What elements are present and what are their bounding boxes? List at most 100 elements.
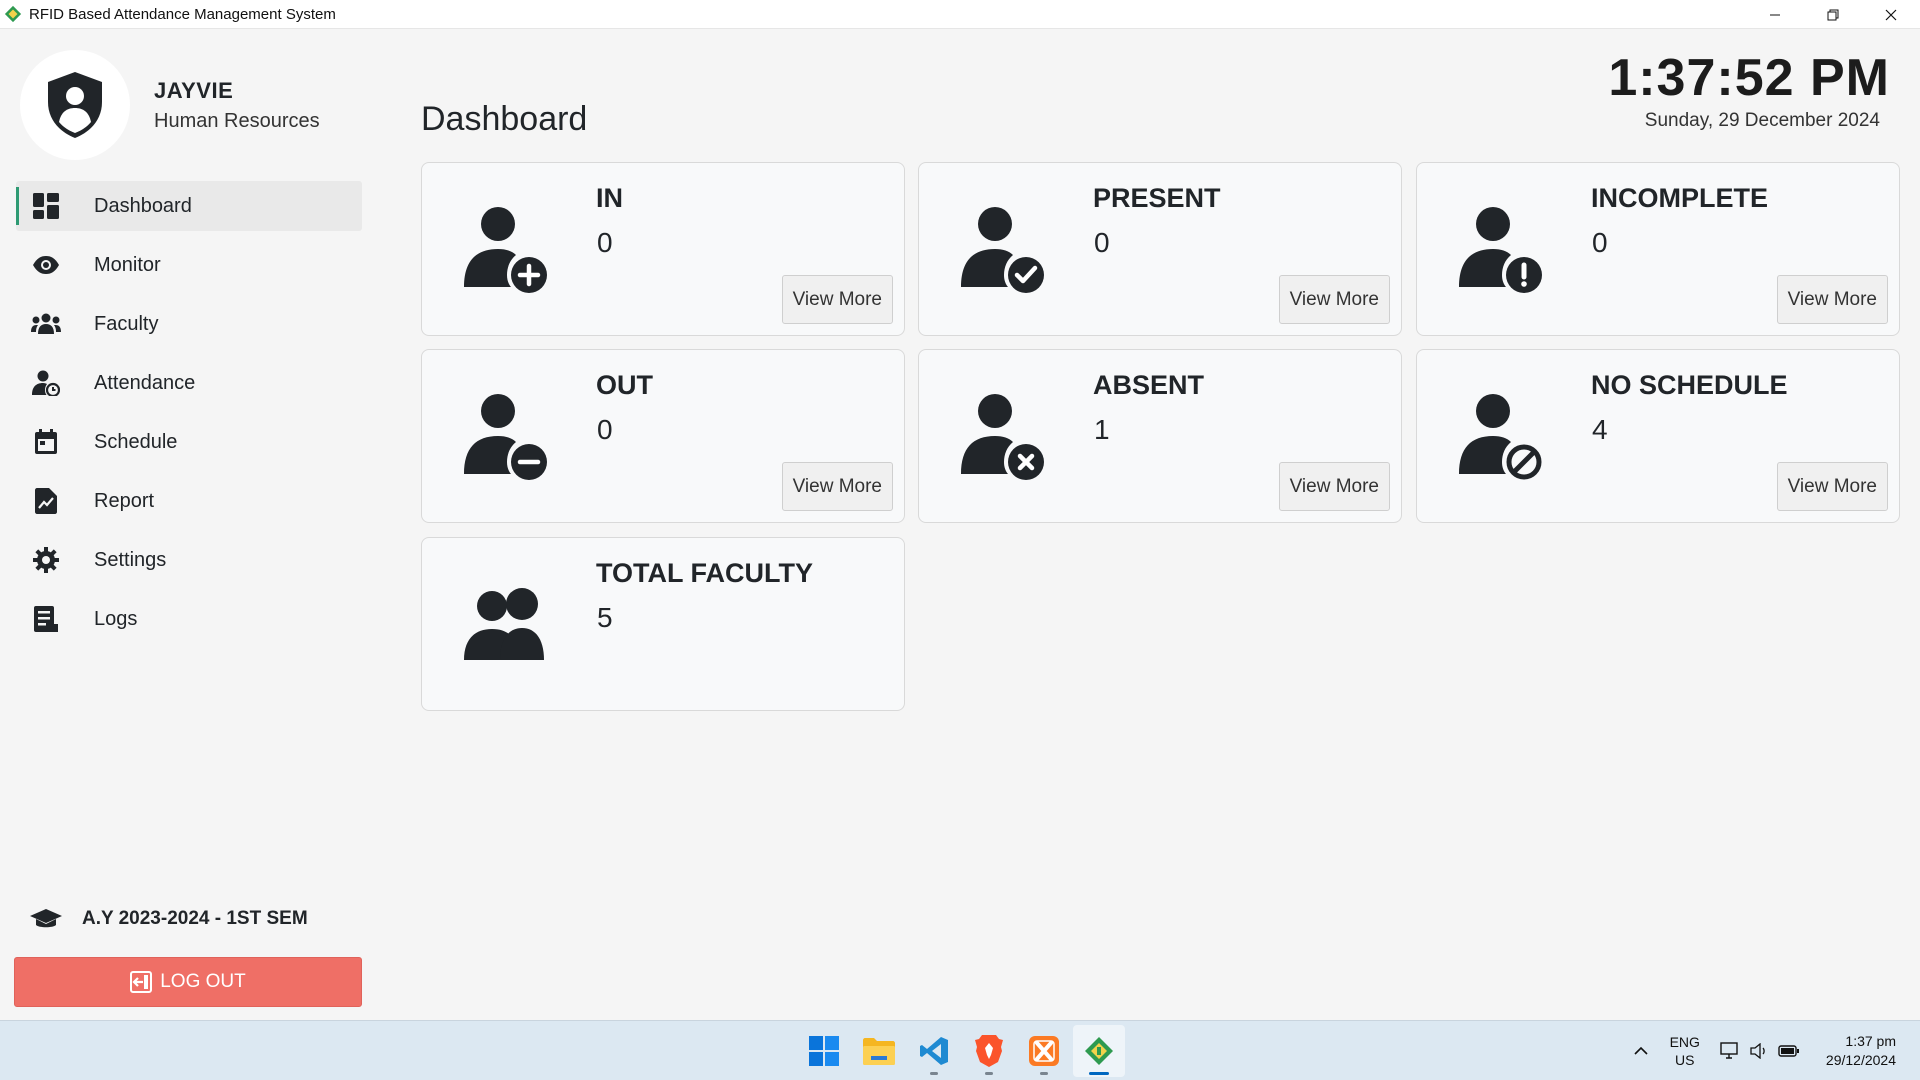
- taskbar-vscode[interactable]: [908, 1025, 960, 1077]
- avatar: [20, 50, 130, 160]
- card-total-faculty: TOTAL FACULTY 5: [421, 537, 905, 711]
- sidebar-item-monitor[interactable]: Monitor: [16, 240, 362, 290]
- card-label: NO SCHEDULE: [1591, 370, 1788, 400]
- rfid-app-icon: [4, 5, 22, 23]
- file-explorer-icon: [863, 1038, 895, 1065]
- sidebar-item-schedule[interactable]: Schedule: [16, 417, 362, 467]
- sidebar-item-dashboard[interactable]: Dashboard: [16, 181, 362, 231]
- language-indicator[interactable]: ENG US: [1670, 1033, 1700, 1069]
- card-incomplete: INCOMPLETE 0 View More: [1416, 162, 1900, 336]
- system-tray: ENG US 1:37 pm 29/12/2024: [1634, 1021, 1920, 1080]
- chevron-up-icon: [1634, 1046, 1648, 1055]
- card-label: OUT: [596, 370, 653, 400]
- view-more-button[interactable]: View More: [781, 462, 893, 511]
- card-absent: ABSENT 1 View More: [918, 349, 1402, 523]
- taskbar-rfid-app[interactable]: [1073, 1025, 1125, 1077]
- windows-start-icon: [809, 1036, 839, 1066]
- close-icon: [1885, 9, 1897, 20]
- user-slash-icon: [1459, 394, 1542, 480]
- sidebar-item-label: Logs: [94, 607, 138, 630]
- taskbar-clock[interactable]: 1:37 pm 29/12/2024: [1826, 1032, 1896, 1070]
- user-x-icon: [961, 394, 1044, 480]
- window-controls: [1746, 0, 1920, 29]
- logout-icon: [130, 971, 153, 993]
- view-more-button[interactable]: View More: [781, 275, 893, 324]
- restore-button[interactable]: [1804, 0, 1862, 29]
- card-value: 0: [597, 414, 613, 445]
- vscode-icon: [920, 1037, 948, 1065]
- minimize-button[interactable]: [1746, 0, 1804, 29]
- minimize-icon: [1770, 14, 1780, 15]
- users-icon: [30, 308, 62, 340]
- clock: 1:37:52 PM Sunday, 29 December 2024: [1608, 48, 1890, 132]
- taskbar-time: 1:37 pm: [1845, 1033, 1896, 1049]
- view-more-button[interactable]: View More: [1278, 462, 1390, 511]
- logout-label: LOG OUT: [160, 971, 246, 992]
- taskbar-brave[interactable]: [963, 1025, 1015, 1077]
- card-value: 0: [597, 227, 613, 258]
- taskbar-file-explorer[interactable]: [853, 1025, 905, 1077]
- view-more-button[interactable]: View More: [1776, 275, 1888, 324]
- sidebar-item-label: Faculty: [94, 312, 159, 335]
- user-name: JAYVIE: [154, 77, 234, 103]
- close-button[interactable]: [1862, 0, 1920, 29]
- sidebar-item-attendance[interactable]: Attendance: [16, 358, 362, 408]
- sidebar-item-label: Monitor: [94, 253, 161, 276]
- gear-icon: [30, 544, 62, 576]
- card-value: 4: [1592, 414, 1608, 445]
- sidebar-item-label: Report: [94, 489, 155, 512]
- eye-icon: [30, 249, 62, 281]
- card-value: 0: [1094, 227, 1110, 258]
- language-region: US: [1675, 1052, 1695, 1068]
- card-value: 5: [597, 602, 613, 633]
- active-indicator: [1089, 1072, 1109, 1075]
- user-exclamation-icon: [1459, 207, 1542, 293]
- calendar-icon: [30, 426, 62, 458]
- restore-icon: [1827, 9, 1839, 20]
- window-title: RFID Based Attendance Management System: [29, 5, 336, 23]
- user-minus-icon: [464, 394, 547, 480]
- sidebar-item-label: Dashboard: [94, 194, 192, 217]
- users-icon: [464, 588, 544, 660]
- page-title: Dashboard: [421, 100, 588, 138]
- show-hidden-icons-button[interactable]: [1634, 1046, 1648, 1056]
- sidebar-item-faculty[interactable]: Faculty: [16, 299, 362, 349]
- academic-year-label: A.Y 2023-2024 - 1ST SEM: [82, 908, 308, 929]
- sidebar-item-logs[interactable]: Logs: [16, 594, 362, 644]
- card-no-schedule: NO SCHEDULE 4 View More: [1416, 349, 1900, 523]
- taskbar: ENG US 1:37 pm 29/12/2024: [0, 1020, 1920, 1080]
- user-plus-icon: [464, 207, 547, 293]
- view-more-button[interactable]: View More: [1776, 462, 1888, 511]
- battery-icon: [1778, 1045, 1799, 1057]
- report-chart-icon: [30, 485, 62, 517]
- taskbar-date: 29/12/2024: [1825, 1052, 1896, 1068]
- user-shield-icon: [48, 72, 102, 138]
- language-code: ENG: [1669, 1034, 1700, 1050]
- sidebar-nav: Dashboard Monitor Faculty Attendance Sch…: [16, 181, 362, 653]
- dashboard-icon: [30, 190, 62, 222]
- card-label: ABSENT: [1093, 370, 1205, 400]
- card-label: TOTAL FACULTY: [596, 558, 813, 588]
- logout-button[interactable]: LOG OUT: [14, 957, 362, 1007]
- user-role: Human Resources: [154, 109, 320, 132]
- card-in: IN 0 View More: [421, 162, 905, 336]
- taskbar-xampp[interactable]: [1018, 1025, 1070, 1077]
- rfid-app-icon: [1085, 1037, 1113, 1065]
- card-value: 1: [1094, 414, 1110, 445]
- sidebar-item-settings[interactable]: Settings: [16, 535, 362, 585]
- volume-icon: [1750, 1043, 1765, 1059]
- quick-settings[interactable]: [1720, 1042, 1800, 1060]
- view-more-button[interactable]: View More: [1278, 275, 1390, 324]
- logs-icon: [30, 603, 62, 635]
- clock-time: 1:37:52 PM: [1608, 49, 1890, 107]
- graduation-cap-icon: [30, 909, 62, 928]
- title-bar: RFID Based Attendance Management System: [0, 0, 1920, 29]
- academic-year: A.Y 2023-2024 - 1ST SEM: [30, 908, 308, 930]
- xampp-icon: [1029, 1036, 1059, 1066]
- running-indicator: [930, 1072, 938, 1075]
- taskbar-start-button[interactable]: [798, 1025, 850, 1077]
- sidebar-item-report[interactable]: Report: [16, 476, 362, 526]
- card-out: OUT 0 View More: [421, 349, 905, 523]
- user-clock-icon: [30, 367, 62, 399]
- clock-date: Sunday, 29 December 2024: [1644, 110, 1880, 131]
